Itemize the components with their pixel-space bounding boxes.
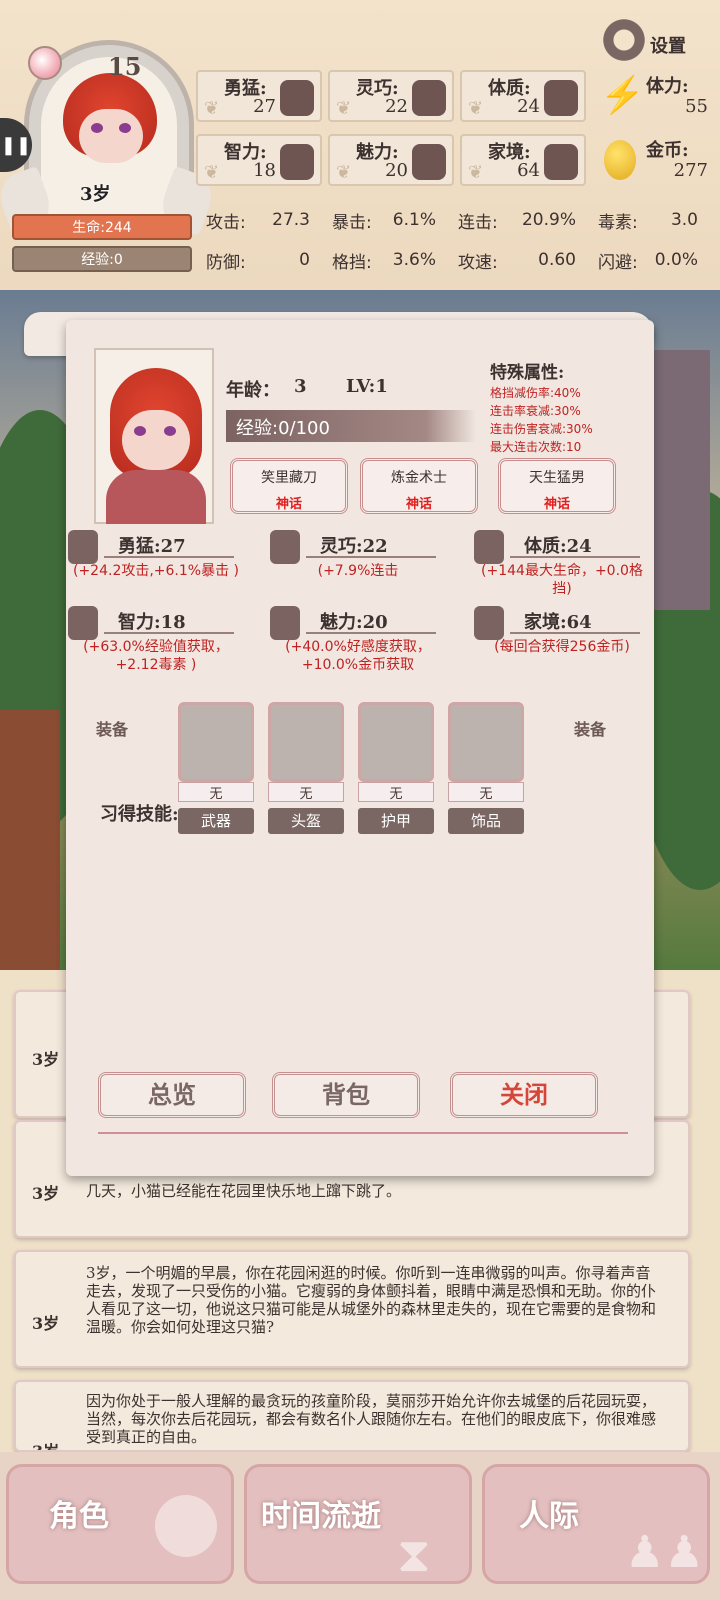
trait-card[interactable]: 天生猛男 神话: [498, 458, 616, 514]
attr-bonus-agility: 灵巧:22 (+7.9%连击: [270, 530, 446, 614]
special-attr-title: 特殊属性:: [490, 363, 565, 383]
stat-combo: 连击: 20.9%: [458, 210, 576, 233]
nav-role-button[interactable]: 角色: [6, 1464, 234, 1584]
flower-bud-icon: [270, 606, 300, 640]
special-attr-item: 连击率衰减:30%: [490, 404, 581, 418]
brain-icon: [68, 606, 98, 640]
exp-progress: 经验:0/100: [226, 410, 476, 442]
nav-social-button[interactable]: 人际 ♟♟: [482, 1464, 710, 1584]
attr-agility[interactable]: ❦ 灵巧: 22: [328, 70, 454, 122]
brain-icon: [280, 144, 314, 180]
skills-title: 习得技能:: [100, 804, 179, 825]
empty-slot-icon: [268, 702, 344, 782]
equip-slot-armor[interactable]: 无 护甲: [358, 702, 434, 834]
settings-button[interactable]: 设置: [650, 32, 686, 58]
stat-block: 格挡: 3.6%: [332, 250, 436, 273]
character-portrait: [94, 348, 214, 524]
cloak-icon: [270, 530, 300, 564]
attr-bonus-family: 家境:64 (每回合获得256金币): [474, 606, 650, 690]
attr-bonus-charm: 魅力:20 (+40.0%好感度获取，+10.0%金币获取: [270, 606, 446, 690]
attr-family[interactable]: ❦ 家境: 64: [460, 134, 586, 186]
cloak-icon: [412, 80, 446, 116]
stat-defense: 防御: 0: [206, 250, 310, 273]
trait-card[interactable]: 炼金术士 神话: [360, 458, 478, 514]
log-card[interactable]: 3岁 因为你处于一般人理解的最贪玩的孩童阶段，莫丽莎开始允许你去城堡的后花园玩耍…: [14, 1380, 690, 1452]
fist-icon: [68, 530, 98, 564]
empty-slot-icon: [178, 702, 254, 782]
age-label: 年龄：: [226, 380, 280, 401]
gold-coin-icon: [604, 140, 636, 180]
nav-time-button[interactable]: 时间流逝 ⧗: [244, 1464, 472, 1584]
equip-slot-accessory[interactable]: 无 饰品: [448, 702, 524, 834]
equip-label-left: 装备: [96, 720, 129, 739]
gear-icon[interactable]: [600, 16, 648, 64]
arm-muscle-icon: [544, 80, 578, 116]
special-attr-item: 格挡减伤率:40%: [490, 386, 581, 400]
attr-bonus-bravery: 勇猛:27 (+24.2攻击,+6.1%暴击 ): [68, 530, 244, 614]
equip-slot-helmet[interactable]: 无 头盔: [268, 702, 344, 834]
stamina-display: ⚡ 体力: 55: [600, 75, 708, 117]
attr-bravery[interactable]: ❦ 勇猛: 27: [196, 70, 322, 122]
special-attr-item: 最大连击次数:10: [490, 440, 582, 454]
age-value: 3: [294, 376, 307, 397]
lightning-icon: ⚡: [600, 75, 645, 116]
attr-bonus-intelligence: 智力:18 (+63.0%经验值获取，+2.12毒素 ): [68, 606, 244, 690]
role-icon: [155, 1495, 217, 1557]
fist-icon: [280, 80, 314, 116]
attr-bonus-constitution: 体质:24 (+144最大生命，+0.0格挡): [474, 530, 650, 614]
bag-button[interactable]: 背包: [272, 1072, 420, 1118]
wealth-icon: [544, 144, 578, 180]
combat-stats: 攻击: 27.3 暴击: 6.1% 连击: 20.9% 毒素: 3.0 防御: 0 格挡:…: [198, 200, 718, 286]
empty-slot-icon: [358, 702, 434, 782]
trait-card[interactable]: 笑里藏刀 神话: [230, 458, 348, 514]
flower-bud-icon: [412, 144, 446, 180]
age-badge: 3岁: [80, 184, 111, 205]
stat-crit: 暴击: 6.1%: [332, 210, 436, 233]
level-label: LV:1: [346, 376, 388, 397]
wealth-icon: [474, 606, 504, 640]
attr-constitution[interactable]: ❦ 体质: 24: [460, 70, 586, 122]
gold-display: 金币: 277: [598, 134, 708, 186]
people-icon: ♟♟: [625, 1527, 704, 1578]
empty-slot-icon: [448, 702, 524, 782]
stat-attack: 攻击: 27.3: [206, 210, 310, 233]
stat-attack-speed: 攻速: 0.60: [458, 250, 576, 273]
equip-label-right: 装备: [574, 720, 607, 739]
special-attr-item: 连击伤害衰减:30%: [490, 422, 593, 436]
stat-dodge: 闪避: 0.0%: [598, 250, 698, 273]
exp-bar: 经验:0: [12, 246, 192, 272]
overview-button[interactable]: 总览: [98, 1072, 246, 1118]
character-detail-modal: 年龄： 3 LV:1 经验:0/100 特殊属性: 格挡减伤率:40% 连击率衰…: [66, 320, 654, 1176]
flower-divider-decor: [98, 1120, 628, 1134]
spirit-icon: [28, 46, 62, 80]
attr-intelligence[interactable]: ❦ 智力: 18: [196, 134, 322, 186]
close-button[interactable]: 关闭: [450, 1072, 598, 1118]
log-card[interactable]: 3岁 3岁，一个明媚的早晨，你在花园闲逛的时候。你听到一连串微弱的叫声。你寻着声…: [14, 1250, 690, 1368]
equip-slot-weapon[interactable]: 无 武器: [178, 702, 254, 834]
stat-poison: 毒素: 3.0: [598, 210, 698, 233]
attr-charm[interactable]: ❦ 魅力: 20: [328, 134, 454, 186]
level-badge: 15: [108, 52, 142, 81]
arm-muscle-icon: [474, 530, 504, 564]
hourglass-icon: ⧗: [397, 1527, 431, 1583]
hp-bar: 生命:244: [12, 214, 192, 240]
